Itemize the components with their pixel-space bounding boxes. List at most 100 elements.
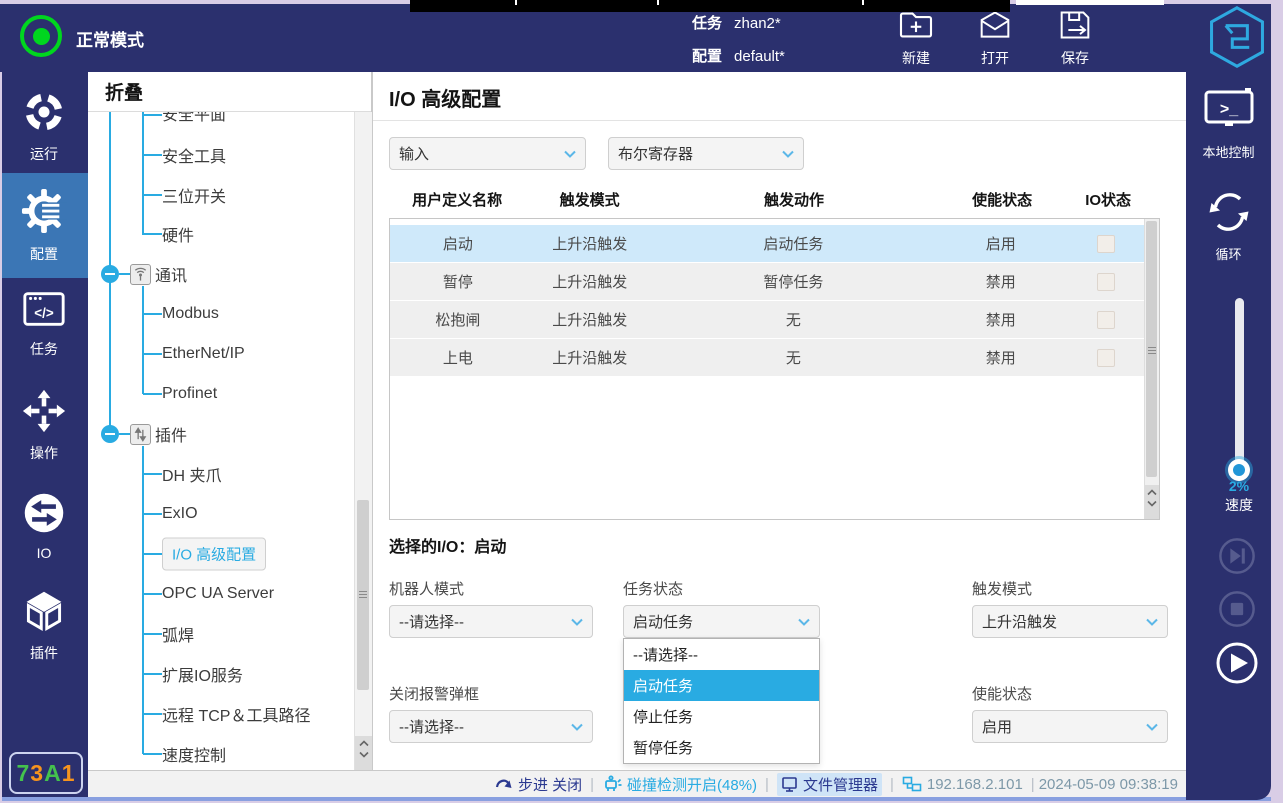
- play-button[interactable]: [1215, 641, 1259, 690]
- tree-collapse-node-icon[interactable]: [101, 265, 119, 283]
- tree-collapse-node-icon[interactable]: [101, 425, 119, 443]
- sidebar-item-run[interactable]: 运行: [0, 92, 88, 162]
- trigger-mode-select[interactable]: 上升沿触发: [972, 605, 1168, 638]
- tree-scrollbar[interactable]: [354, 112, 372, 770]
- robot-mode-value: --请选择--: [399, 611, 464, 632]
- loop-button[interactable]: 循环: [1186, 190, 1271, 263]
- sidebar-item-io[interactable]: IO: [0, 492, 88, 560]
- tree-item-clipped[interactable]: 安全平面: [162, 112, 226, 125]
- io-direction-select[interactable]: 输入: [389, 137, 586, 170]
- cell-trigger-action: 无: [654, 309, 933, 330]
- sidebar-item-plugin[interactable]: 插件: [0, 590, 88, 662]
- tree-item[interactable]: ExIO: [162, 505, 198, 523]
- tree-line: [143, 233, 162, 235]
- tree-item[interactable]: 安全工具: [162, 143, 226, 167]
- tree-line: [143, 313, 162, 315]
- dropdown-option[interactable]: 停止任务: [624, 701, 819, 732]
- tree-item[interactable]: 三位开关: [162, 183, 226, 207]
- sidebar-item-label: 运行: [30, 144, 58, 164]
- task-state-value: 启动任务: [633, 611, 693, 632]
- table-row[interactable]: 上电 上升沿触发 无 禁用: [390, 339, 1144, 377]
- save-button[interactable]: 保存: [1043, 10, 1107, 68]
- dropdown-option[interactable]: 暂停任务: [624, 732, 819, 763]
- tree-line: [119, 273, 130, 275]
- close-alarm-select[interactable]: --请选择--: [389, 710, 593, 743]
- tree-item[interactable]: Profinet: [162, 385, 217, 403]
- table-scrollbar-thumb[interactable]: [1146, 221, 1157, 477]
- tree-item[interactable]: 速度控制: [162, 742, 226, 766]
- tree-line: [142, 446, 144, 754]
- tree-line: [143, 114, 162, 116]
- tree-item[interactable]: 硬件: [162, 222, 194, 246]
- right-sidebar: >_ 本地控制 循环 2% 速度: [1186, 72, 1271, 800]
- datetime: 2024-05-09 09:38:19: [1039, 776, 1178, 793]
- speed-slider-track[interactable]: [1235, 298, 1244, 478]
- tree-line: [143, 393, 162, 395]
- sidebar-item-operate[interactable]: 操作: [0, 390, 88, 462]
- brand-logo-icon: [1206, 4, 1268, 75]
- stop-button[interactable]: [1218, 590, 1256, 633]
- tree-item[interactable]: Modbus: [162, 305, 219, 323]
- network-icon: [902, 776, 922, 792]
- chevron-down-icon: [564, 150, 576, 158]
- column-header: 使能状态: [934, 189, 1070, 210]
- table-scrollbar[interactable]: [1144, 219, 1159, 519]
- dropdown-option-selected[interactable]: 启动任务: [624, 670, 819, 701]
- enable-state-select[interactable]: 启用: [972, 710, 1168, 743]
- tree-node-plugin[interactable]: 插件: [155, 422, 187, 446]
- dropdown-option[interactable]: --请选择--: [624, 639, 819, 670]
- table-scrollbar-arrows[interactable]: [1145, 485, 1159, 519]
- step-forward-button[interactable]: [1218, 537, 1256, 580]
- tree-item-selected[interactable]: I/O 高级配置: [162, 538, 266, 571]
- tree-scrollbar-thumb[interactable]: [357, 500, 369, 690]
- tree-item[interactable]: 扩展IO服务: [162, 662, 243, 686]
- sidebar-item-label: 配置: [30, 244, 58, 264]
- tree-node-comm[interactable]: 通讯: [155, 262, 187, 286]
- chevron-down-icon: [782, 150, 794, 158]
- io-state-checkbox[interactable]: [1097, 349, 1115, 367]
- chevron-down-icon: [1146, 723, 1158, 731]
- tree-scrollbar-arrows[interactable]: [355, 736, 372, 770]
- chevron-down-icon: [571, 723, 583, 731]
- step-status[interactable]: 步进 关闭: [495, 774, 582, 795]
- register-type-select[interactable]: 布尔寄存器: [608, 137, 804, 170]
- scroll-up-icon: [359, 740, 369, 747]
- collision-status[interactable]: 碰撞检测开启(48%): [602, 774, 757, 795]
- sidebar-item-task[interactable]: </> 任务: [0, 288, 88, 360]
- task-state-dropdown-list: --请选择-- 启动任务 停止任务 暂停任务: [623, 638, 820, 764]
- robot-mode-select[interactable]: --请选择--: [389, 605, 593, 638]
- table-row[interactable]: 启动 上升沿触发 启动任务 启用: [390, 225, 1144, 263]
- loop-label: 循环: [1215, 244, 1241, 263]
- sidebar-item-config[interactable]: 配置: [0, 173, 88, 278]
- io-state-checkbox[interactable]: [1097, 235, 1115, 253]
- open-button[interactable]: 打开: [963, 10, 1027, 68]
- tree-line: [143, 353, 162, 355]
- tree-collapse-header[interactable]: 折叠: [88, 72, 371, 112]
- table-row[interactable]: 松抱闸 上升沿触发 无 禁用: [390, 301, 1144, 339]
- tree-item[interactable]: 远程 TCP＆工具路径: [162, 702, 310, 726]
- chevron-down-icon: [798, 618, 810, 626]
- tree-line: [143, 154, 162, 156]
- new-button[interactable]: 新建: [884, 10, 948, 68]
- tree-item[interactable]: DH 夹爪: [162, 462, 222, 486]
- enable-state-value: 启用: [982, 716, 1012, 737]
- task-state-select[interactable]: 启动任务: [623, 605, 820, 638]
- tree-item[interactable]: OPC UA Server: [162, 585, 274, 603]
- cube-icon: [22, 589, 66, 638]
- file-manager-button[interactable]: 文件管理器: [777, 773, 882, 796]
- table-header: 用户定义名称 触发模式 触发动作 使能状态 IO状态: [389, 180, 1146, 218]
- config-label: 配置: [692, 48, 722, 65]
- right-edge-strip: [1271, 0, 1283, 803]
- tree-item[interactable]: 弧焊: [162, 622, 194, 646]
- svg-text:</>: </>: [34, 306, 54, 321]
- io-state-checkbox[interactable]: [1097, 273, 1115, 291]
- io-state-checkbox[interactable]: [1097, 311, 1115, 329]
- local-control-button[interactable]: >_ 本地控制: [1186, 88, 1271, 161]
- sidebar-item-label: 操作: [30, 443, 58, 463]
- bottom-edge-line: [0, 797, 1271, 801]
- task-label: 任务: [692, 15, 722, 32]
- collision-status-label: 碰撞检测开启(48%): [627, 774, 757, 795]
- table-row[interactable]: 暂停 上升沿触发 暂停任务 禁用: [390, 263, 1144, 301]
- tree-line: [143, 633, 162, 635]
- tree-item[interactable]: EtherNet/IP: [162, 345, 245, 363]
